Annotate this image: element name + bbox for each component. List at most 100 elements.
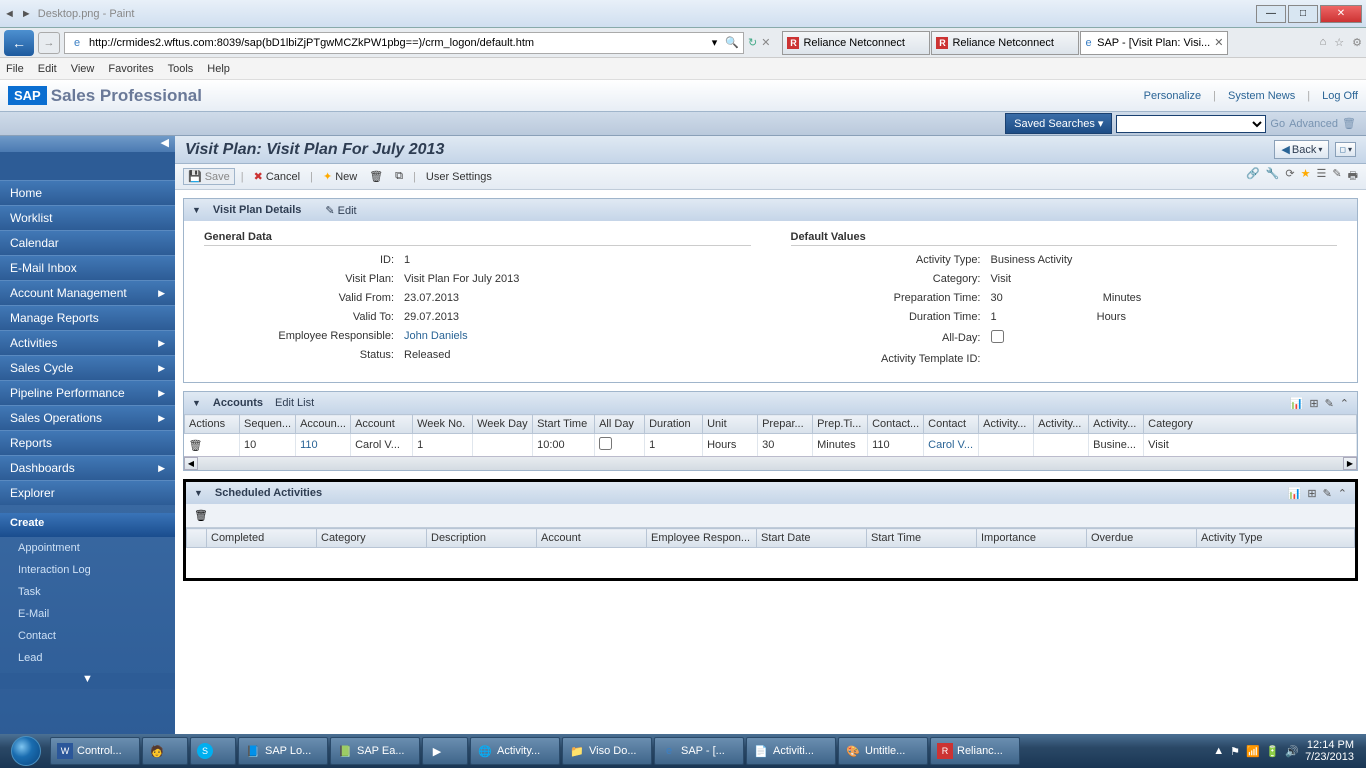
- history-back-icon[interactable]: ◄: [4, 8, 15, 20]
- sidebar-item-explorer[interactable]: Explorer: [0, 480, 175, 505]
- window-close-button[interactable]: ✕: [1320, 5, 1362, 23]
- gear-icon[interactable]: ⚙: [1352, 36, 1362, 49]
- taskbar-item[interactable]: eSAP - [...: [654, 737, 744, 765]
- allday-row-checkbox[interactable]: [599, 437, 612, 450]
- trash-icon[interactable]: 🗑: [194, 509, 208, 522]
- collapse-icon[interactable]: ▼: [194, 488, 203, 498]
- edit-icon[interactable]: ✎: [1325, 397, 1334, 410]
- sidebar-item-activities[interactable]: Activities▶: [0, 330, 175, 355]
- history-split-button[interactable]: ◻▾: [1335, 142, 1356, 157]
- sidebar-item-worklist[interactable]: Worklist: [0, 205, 175, 230]
- create-appointment[interactable]: Appointment: [0, 537, 175, 559]
- start-button[interactable]: [4, 736, 48, 766]
- system-news-link[interactable]: System News: [1228, 90, 1295, 102]
- menu-file[interactable]: File: [6, 63, 24, 75]
- taskbar-item[interactable]: 📗SAP Ea...: [330, 737, 420, 765]
- advanced-link[interactable]: Advanced: [1289, 118, 1338, 130]
- saved-searches-button[interactable]: Saved Searches ▾: [1005, 113, 1112, 134]
- cancel-button[interactable]: ✖Cancel: [250, 168, 304, 185]
- chart-icon[interactable]: 📊: [1290, 397, 1304, 410]
- edit-list-button[interactable]: Edit List: [275, 397, 314, 409]
- new-button[interactable]: ✦New: [319, 168, 361, 185]
- list-icon[interactable]: ☰: [1317, 167, 1327, 186]
- dropdown-icon[interactable]: ▾: [712, 36, 718, 49]
- employee-link[interactable]: John Daniels: [404, 330, 468, 342]
- home-icon[interactable]: ⌂: [1320, 36, 1327, 49]
- tool-icon[interactable]: 🔗: [1246, 167, 1260, 186]
- browser-tab[interactable]: RReliance Netconnect: [782, 31, 930, 55]
- url-input[interactable]: [89, 37, 708, 49]
- chart-icon[interactable]: 📊: [1288, 487, 1302, 500]
- taskbar-item[interactable]: 🎨Untitle...: [838, 737, 928, 765]
- taskbar-item[interactable]: ▶: [422, 737, 468, 765]
- taskbar-item[interactable]: 📄Activiti...: [746, 737, 836, 765]
- create-interaction-log[interactable]: Interaction Log: [0, 559, 175, 581]
- trash-icon[interactable]: 🗑: [1342, 117, 1356, 130]
- refresh-icon[interactable]: ⟳: [1285, 167, 1294, 186]
- print-icon[interactable]: 🖶: [1348, 167, 1358, 186]
- sidebar-item-dashboards[interactable]: Dashboards▶: [0, 455, 175, 480]
- sidebar-item-calendar[interactable]: Calendar: [0, 230, 175, 255]
- collapse-up-icon[interactable]: ⌃: [1338, 487, 1347, 500]
- taskbar-item[interactable]: RRelianc...: [930, 737, 1020, 765]
- collapse-up-icon[interactable]: ⌃: [1340, 397, 1349, 410]
- export-icon[interactable]: ⊞: [1307, 487, 1316, 500]
- create-lead[interactable]: Lead: [0, 647, 175, 669]
- taskbar-item[interactable]: 📘SAP Lo...: [238, 737, 328, 765]
- stop-icon[interactable]: ✕: [761, 36, 770, 49]
- menu-edit[interactable]: Edit: [38, 63, 57, 75]
- edit-icon[interactable]: ✎: [1332, 167, 1341, 186]
- taskbar-item[interactable]: WControl...: [50, 737, 140, 765]
- sidebar-item-sales-operations[interactable]: Sales Operations▶: [0, 405, 175, 430]
- edit-icon[interactable]: ✎: [1323, 487, 1332, 500]
- table-row[interactable]: 🗑 10 110 Carol V... 1 10:00 1 Hours 30 M…: [185, 434, 1357, 457]
- menu-favorites[interactable]: Favorites: [108, 63, 153, 75]
- back-button[interactable]: ◀Back▾: [1274, 140, 1329, 159]
- copy-button[interactable]: ⧉: [391, 168, 407, 185]
- close-icon[interactable]: ✕: [1214, 36, 1223, 49]
- taskbar-item[interactable]: 🧑: [142, 737, 188, 765]
- refresh-icon[interactable]: ↻: [748, 36, 757, 49]
- sidebar-collapse-button[interactable]: ◀: [0, 136, 175, 152]
- export-icon[interactable]: ⊞: [1309, 397, 1318, 410]
- create-task[interactable]: Task: [0, 581, 175, 603]
- favorite-icon[interactable]: ★: [1301, 167, 1311, 186]
- history-fwd-icon[interactable]: ►: [21, 8, 32, 20]
- menu-tools[interactable]: Tools: [168, 63, 194, 75]
- clock[interactable]: 12:14 PM 7/23/2013: [1305, 739, 1354, 763]
- browser-tab-active[interactable]: eSAP - [Visit Plan: Visi...✕: [1080, 31, 1228, 55]
- sidebar-item-home[interactable]: Home: [0, 180, 175, 205]
- horizontal-scrollbar[interactable]: ◀ ▶: [184, 456, 1357, 470]
- sound-icon[interactable]: 🔊: [1285, 745, 1299, 758]
- collapse-icon[interactable]: ▼: [192, 205, 201, 215]
- battery-icon[interactable]: 🔋: [1266, 745, 1280, 758]
- sidebar-item-reports[interactable]: Reports: [0, 430, 175, 455]
- browser-back-button[interactable]: ←: [4, 30, 34, 56]
- sidebar-item-manage-reports[interactable]: Manage Reports: [0, 305, 175, 330]
- sidebar-item-account-management[interactable]: Account Management▶: [0, 280, 175, 305]
- save-button[interactable]: 💾Save: [183, 168, 235, 185]
- window-minimize-button[interactable]: —: [1256, 5, 1286, 23]
- sidebar-item-pipeline[interactable]: Pipeline Performance▶: [0, 380, 175, 405]
- network-icon[interactable]: 📶: [1246, 745, 1260, 758]
- sidebar-expand-button[interactable]: ▼: [0, 673, 175, 689]
- personalize-link[interactable]: Personalize: [1144, 90, 1201, 102]
- logoff-link[interactable]: Log Off: [1322, 90, 1358, 102]
- browser-forward-button[interactable]: →: [38, 32, 60, 54]
- sidebar-item-sales-cycle[interactable]: Sales Cycle▶: [0, 355, 175, 380]
- account-id-link[interactable]: 110: [296, 434, 351, 457]
- user-settings-button[interactable]: User Settings: [422, 169, 496, 185]
- favorites-icon[interactable]: ☆: [1334, 36, 1344, 49]
- search-icon[interactable]: 🔍: [725, 36, 739, 49]
- delete-button[interactable]: 🗑: [365, 168, 387, 185]
- wrench-icon[interactable]: 🔧: [1266, 167, 1280, 186]
- create-contact[interactable]: Contact: [0, 625, 175, 647]
- menu-help[interactable]: Help: [207, 63, 230, 75]
- tray-up-icon[interactable]: ▲: [1213, 745, 1224, 757]
- menu-view[interactable]: View: [71, 63, 95, 75]
- window-maximize-button[interactable]: □: [1288, 5, 1318, 23]
- taskbar-item[interactable]: 📁Viso Do...: [562, 737, 652, 765]
- create-email[interactable]: E-Mail: [0, 603, 175, 625]
- saved-search-select[interactable]: [1116, 115, 1266, 133]
- tray-icon[interactable]: ⚑: [1230, 745, 1240, 758]
